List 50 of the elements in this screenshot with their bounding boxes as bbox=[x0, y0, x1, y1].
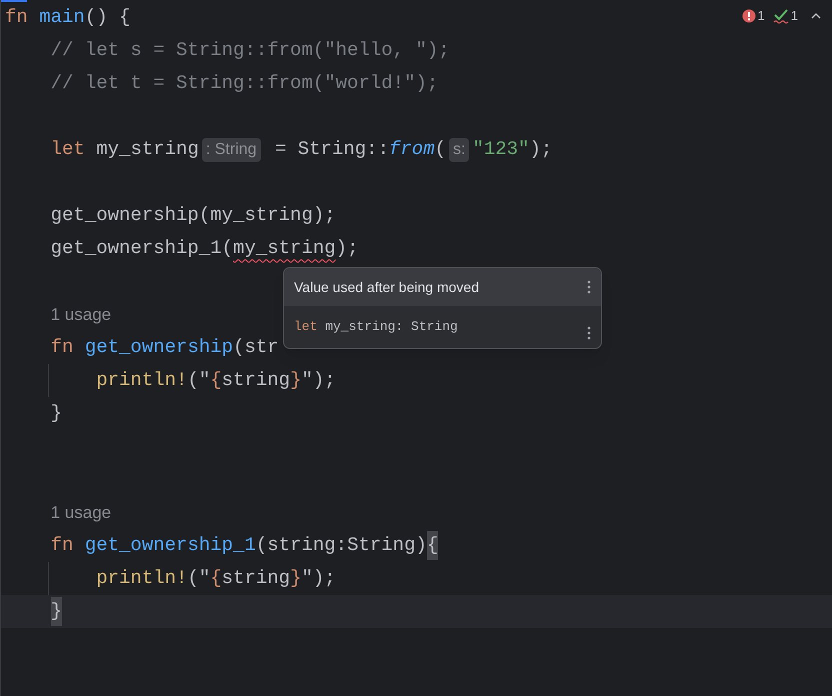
error-icon[interactable] bbox=[742, 8, 756, 23]
function-call: from bbox=[388, 137, 435, 162]
code-text: ); bbox=[529, 137, 552, 162]
matched-brace: { bbox=[426, 531, 438, 560]
usage-hint[interactable]: 1 usage bbox=[50, 302, 112, 328]
macro-name: println! bbox=[96, 566, 188, 592]
error-text: my_string bbox=[233, 236, 336, 262]
comment: // let s = String::from("hello, "); bbox=[50, 38, 450, 64]
keyword: let bbox=[50, 137, 85, 162]
interpolation-brace: } bbox=[290, 566, 302, 592]
function-name: main bbox=[39, 5, 85, 30]
code-text: my_string bbox=[96, 137, 199, 162]
more-icon[interactable] bbox=[587, 326, 591, 340]
checkmark-icon[interactable] bbox=[772, 8, 789, 24]
interpolation-brace: { bbox=[210, 368, 222, 394]
code-text: get_ownership(my_string); bbox=[50, 203, 336, 228]
keyword: fn bbox=[50, 335, 74, 360]
keyword: let bbox=[294, 318, 318, 336]
more-icon[interactable] bbox=[587, 280, 591, 294]
string-literal: "123" bbox=[472, 137, 530, 162]
function-name: get_ownership_1 bbox=[84, 533, 256, 558]
code-text: "); bbox=[301, 368, 336, 394]
interpolation-brace: { bbox=[210, 566, 222, 592]
inlay-hint: s: bbox=[449, 138, 470, 162]
comment: // let t = String::from("world!"); bbox=[50, 71, 438, 96]
declaration-text: my_string: String bbox=[324, 318, 458, 336]
code-text: ( bbox=[434, 137, 446, 162]
matched-brace: } bbox=[50, 597, 62, 626]
code-text: (" bbox=[187, 368, 210, 394]
keyword: fn bbox=[5, 5, 28, 30]
code-text: ); bbox=[336, 236, 358, 262]
code-text: "); bbox=[301, 566, 336, 592]
code-text: string bbox=[222, 566, 290, 592]
code-text: (str bbox=[233, 335, 279, 360]
macro-name: println! bbox=[96, 368, 188, 394]
code-text: get_ownership_1( bbox=[50, 236, 234, 262]
code-text: (" bbox=[187, 566, 210, 592]
inlay-hint: : String bbox=[202, 138, 261, 162]
interpolation-brace: } bbox=[290, 368, 302, 394]
code-text: } bbox=[50, 401, 62, 426]
code-text: () { bbox=[84, 5, 130, 30]
usage-hint[interactable]: 1 usage bbox=[50, 500, 112, 526]
keyword: fn bbox=[50, 533, 74, 558]
error-count[interactable]: 1 bbox=[758, 6, 765, 26]
warning-count[interactable]: 1 bbox=[790, 6, 798, 26]
error-message: Value used after being moved bbox=[294, 278, 479, 297]
function-name: get_ownership bbox=[84, 335, 234, 360]
code-text: = String:: bbox=[274, 137, 389, 162]
code-text: string bbox=[222, 368, 290, 394]
code-text: (string:String) bbox=[256, 533, 427, 558]
